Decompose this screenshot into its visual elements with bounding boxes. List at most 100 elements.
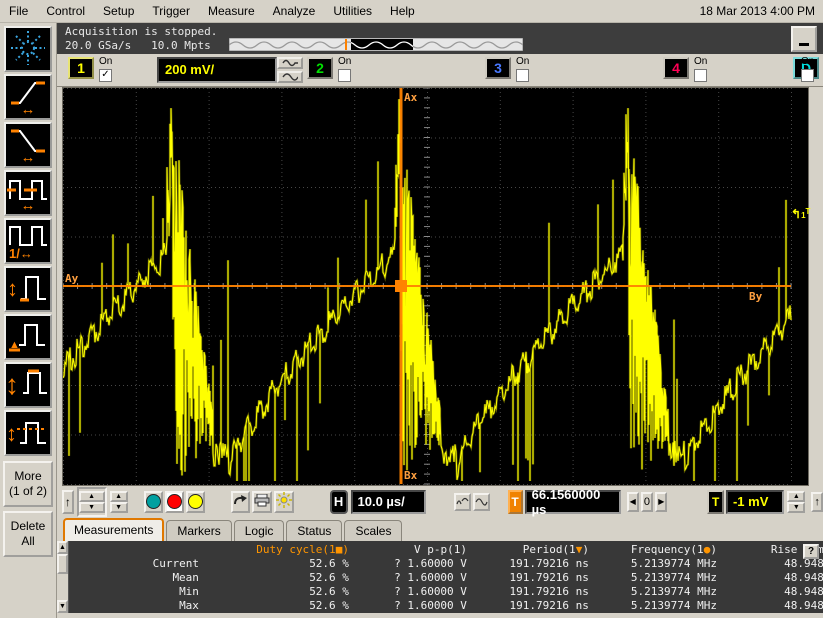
- trigger-flag-arrow-icon: ↰: [791, 207, 801, 221]
- measure-rise-time-button[interactable]: ↔: [4, 74, 52, 120]
- channel-1-on-checkbox[interactable]: ✓: [99, 69, 112, 82]
- channel-4-on-checkbox[interactable]: [694, 69, 707, 82]
- waveform-overview-scrollbar[interactable]: [229, 38, 523, 54]
- trigger-setup-button[interactable]: T: [707, 490, 723, 514]
- scroll-up-button[interactable]: ▲: [57, 541, 68, 554]
- spin-down-icon: ▼: [115, 504, 122, 511]
- col-header-period[interactable]: Period(1▼): [483, 543, 605, 557]
- timebase-display[interactable]: 10.0 µs/: [351, 490, 426, 514]
- channel-2-button[interactable]: 2: [307, 57, 333, 79]
- menu-file[interactable]: File: [0, 1, 37, 21]
- help-button[interactable]: ?: [803, 544, 819, 559]
- channel-3-button[interactable]: 3: [485, 57, 511, 79]
- marker-by-label[interactable]: By: [749, 290, 763, 303]
- menu-analyze[interactable]: Analyze: [264, 1, 325, 21]
- trigger-level-flag[interactable]: ↰1T: [791, 206, 810, 221]
- more-page-indicator: (1 of 2): [5, 484, 51, 499]
- ac-coupling-icon: [282, 55, 298, 70]
- horizontal-zoom-out-button[interactable]: [454, 493, 471, 511]
- horizontal-position-display[interactable]: 66.1560000 µs: [525, 490, 621, 514]
- spin-down-icon: ▼: [88, 504, 95, 511]
- channel-digital-on-checkbox[interactable]: [801, 69, 814, 82]
- col-header-duty-cycle[interactable]: Duty cycle(1■): [215, 543, 365, 557]
- position-left-button[interactable]: ◀: [627, 492, 639, 512]
- results-tab-bar: Measurements Markers Logic Status Scales: [57, 517, 823, 541]
- position-right-button[interactable]: ▶: [655, 492, 667, 512]
- acquisition-status: Acquisition is stopped.: [65, 25, 217, 38]
- more-measurements-button[interactable]: More (1 of 2): [3, 461, 53, 507]
- scale-decrease-button[interactable]: ▼: [79, 502, 105, 513]
- menu-trigger[interactable]: Trigger: [143, 1, 199, 21]
- channel-1-coupling-dc-button[interactable]: [277, 71, 303, 83]
- waveform-plot-area[interactable]: Ax Bx Ay By ↰1T: [62, 87, 809, 486]
- trigger-level-display[interactable]: -1 mV: [726, 490, 784, 514]
- measure-vpp-button[interactable]: ↕: [4, 266, 52, 312]
- display-brightness-button[interactable]: [274, 491, 294, 513]
- tab-status[interactable]: Status: [286, 520, 342, 541]
- channel-2-on-label: On: [338, 56, 351, 67]
- table-cell: 52.6 %: [215, 557, 365, 571]
- svg-text:↔: ↔: [21, 197, 36, 211]
- channel-bar: 1 On ✓ 200 mV/ 2 On 3 On 4 On D On: [57, 54, 823, 87]
- measure-amplitude-button[interactable]: ↕: [4, 362, 52, 408]
- print-button[interactable]: [252, 491, 272, 513]
- table-cell: 52.6 %: [215, 571, 365, 585]
- menu-measure[interactable]: Measure: [199, 1, 264, 21]
- channel-1-coupling-ac-button[interactable]: [277, 57, 303, 69]
- scroll-down-button[interactable]: ▼: [57, 600, 68, 613]
- channel-2-on-checkbox[interactable]: [338, 69, 351, 82]
- marker-bx-label[interactable]: Bx: [404, 469, 418, 482]
- row-label-current: Current: [69, 557, 215, 571]
- offset-increase-button[interactable]: ▲: [110, 491, 128, 502]
- marker-c-color-button[interactable]: [186, 491, 205, 513]
- position-zero-button[interactable]: 0: [641, 492, 653, 512]
- table-cell: 5.2139774 MHz: [605, 571, 733, 585]
- scrollbar-thumb[interactable]: [57, 554, 68, 574]
- col-header-frequency[interactable]: Frequency(1●): [605, 543, 733, 557]
- delete-all-button[interactable]: Delete All: [3, 511, 53, 557]
- trigger-level-down-button[interactable]: ▼: [787, 502, 805, 513]
- menu-help[interactable]: Help: [381, 1, 424, 21]
- starburst-logo-icon: [8, 29, 48, 70]
- menu-control[interactable]: Control: [37, 1, 94, 21]
- yellow-circle-icon: [188, 494, 203, 509]
- svg-text:↔: ↔: [21, 101, 36, 115]
- tab-markers[interactable]: Markers: [166, 520, 231, 541]
- memory-depth: 10.0 Mpts: [151, 39, 211, 52]
- measure-base-button[interactable]: ▲: [4, 314, 52, 360]
- col-header-vpp[interactable]: V p-p(1): [365, 543, 483, 557]
- measure-frequency-button[interactable]: 1/↔: [4, 218, 52, 264]
- undo-button[interactable]: [231, 491, 250, 513]
- channel-1-scale-display[interactable]: 200 mV/: [157, 57, 277, 83]
- marker-ax-label[interactable]: Ax: [404, 91, 418, 104]
- measure-width-button[interactable]: ↔: [4, 170, 52, 216]
- trigger-time-reference-button[interactable]: T: [508, 490, 523, 514]
- channel-4-button[interactable]: 4: [663, 57, 689, 79]
- pulse-width-icon: ↔: [7, 173, 49, 214]
- trigger-level-reset-button[interactable]: ↑: [811, 492, 823, 512]
- vertical-scale-up-button[interactable]: ↑: [62, 490, 74, 514]
- marker-b-color-button[interactable]: [165, 491, 184, 513]
- tab-logic[interactable]: Logic: [234, 520, 285, 541]
- scale-increase-button[interactable]: ▲: [79, 491, 105, 502]
- menu-utilities[interactable]: Utilities: [324, 1, 381, 21]
- channel-1-button[interactable]: 1: [68, 57, 94, 79]
- offset-decrease-button[interactable]: ▼: [110, 502, 128, 513]
- trigger-level-up-button[interactable]: ▲: [787, 491, 805, 502]
- minimize-button[interactable]: [791, 26, 817, 52]
- up-arrow-icon: ↑: [65, 495, 71, 509]
- dc-coupling-icon: [282, 69, 298, 84]
- channel-3-on-checkbox[interactable]: [516, 69, 529, 82]
- marker-ay-label[interactable]: Ay: [65, 272, 79, 285]
- panel-scrollbar[interactable]: ▲ ▼: [57, 541, 69, 613]
- measure-fall-time-button[interactable]: ↔: [4, 122, 52, 168]
- measurements-table: Duty cycle(1■) V p-p(1) Period(1▼) Frequ…: [69, 541, 823, 613]
- tab-scales[interactable]: Scales: [344, 520, 402, 541]
- logo-button[interactable]: [4, 26, 52, 72]
- marker-a-color-button[interactable]: [144, 491, 163, 513]
- measure-average-button[interactable]: ↕: [4, 410, 52, 456]
- tab-measurements[interactable]: Measurements: [63, 518, 164, 541]
- sample-rate: 20.0 GSa/s: [65, 39, 131, 52]
- menu-setup[interactable]: Setup: [94, 1, 143, 21]
- horizontal-zoom-in-button[interactable]: [473, 493, 490, 511]
